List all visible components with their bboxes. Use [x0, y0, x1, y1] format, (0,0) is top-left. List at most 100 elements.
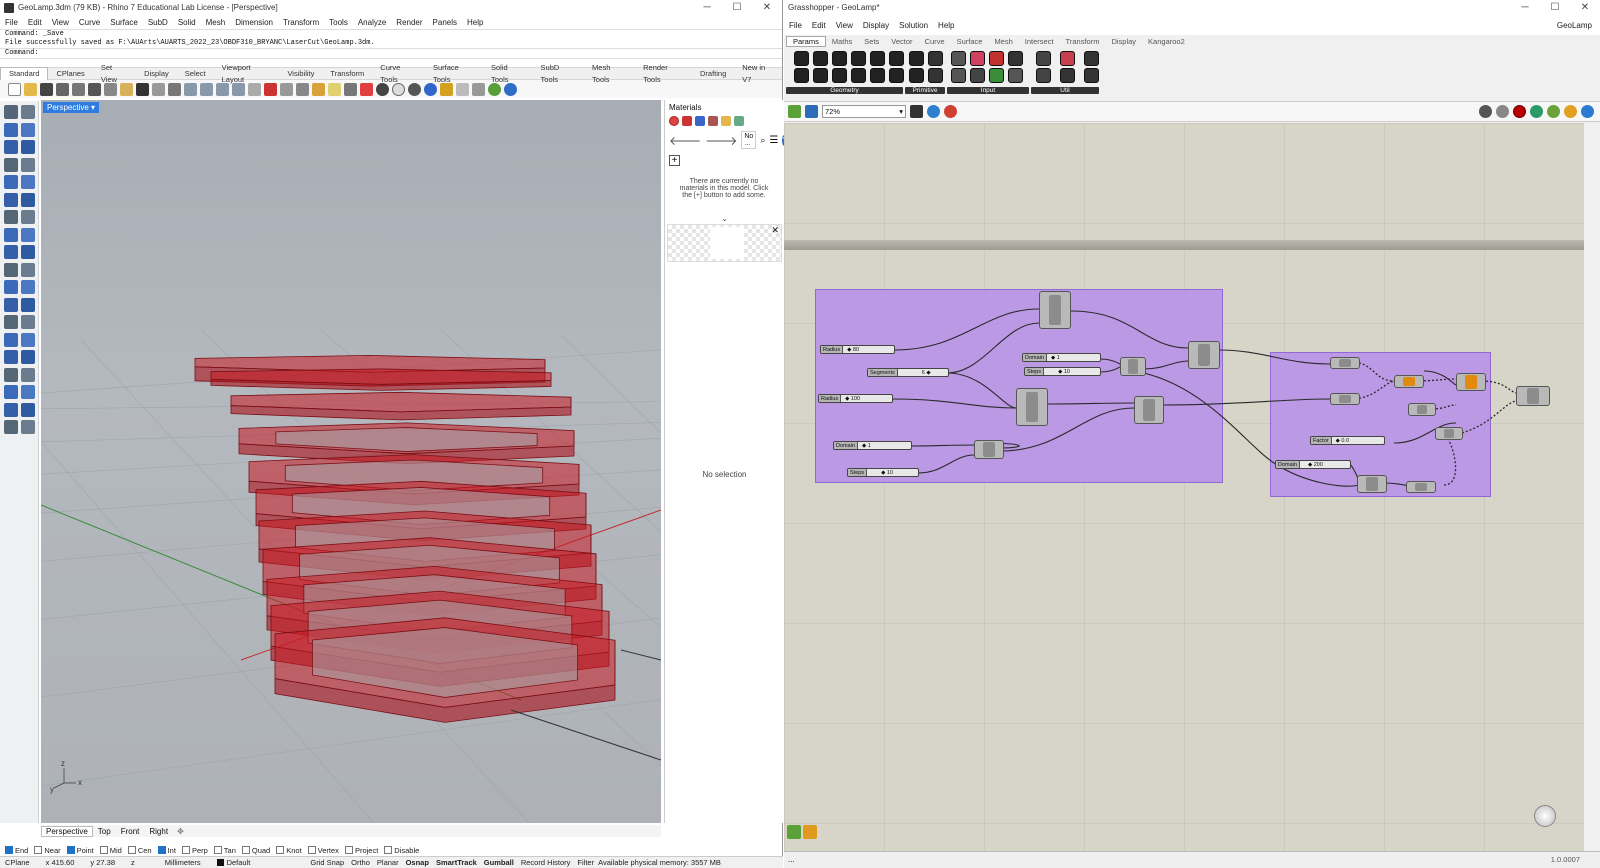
sphere-tool-icon[interactable] [21, 210, 35, 224]
copy-icon[interactable] [104, 82, 117, 96]
zoom-icon[interactable] [184, 82, 197, 96]
osnap-checkbox[interactable] [181, 846, 190, 854]
gh-number-icon[interactable] [889, 51, 904, 66]
menu-mesh[interactable]: Mesh [206, 18, 226, 27]
tab-cplanes[interactable]: CPlanes [48, 68, 92, 80]
print-icon[interactable] [56, 82, 69, 96]
osnap-tool-icon[interactable] [4, 420, 18, 434]
gh-rotate-component[interactable] [1394, 375, 1424, 388]
menu-render[interactable]: Render [396, 18, 422, 27]
gh-color-icon[interactable] [909, 68, 924, 83]
gh-panel-icon[interactable] [928, 68, 943, 83]
menu-file[interactable]: File [5, 18, 18, 27]
gh-minimize-button[interactable]: ─ [1510, 0, 1540, 15]
properties-tool-icon[interactable] [21, 385, 35, 399]
close-preview-icon[interactable]: ✕ [771, 225, 779, 236]
menu-icon[interactable]: ☰ [769, 135, 778, 146]
pan-icon[interactable] [152, 82, 165, 96]
block-tool-icon[interactable] [4, 367, 18, 382]
add-material-button[interactable]: + [669, 155, 680, 166]
gh-menu-display[interactable]: Display [863, 21, 889, 30]
solid-tool-icon[interactable] [21, 227, 35, 242]
status-smarttrack[interactable]: SmartTrack [436, 858, 477, 867]
status-grid-snap[interactable]: Grid Snap [310, 858, 344, 867]
gh-menu-edit[interactable]: Edit [812, 21, 826, 30]
menu-surface[interactable]: Surface [110, 18, 138, 27]
status-osnap[interactable]: Osnap [406, 858, 429, 867]
gh-jump-icon[interactable] [1008, 51, 1023, 66]
gh-integer-icon[interactable] [889, 68, 904, 83]
render-tool-icon[interactable] [21, 402, 35, 417]
osnap-int[interactable]: Int [157, 846, 176, 855]
rectangle-tool-icon[interactable] [4, 157, 18, 172]
gh-relay-icon[interactable] [1008, 68, 1023, 83]
curve-tool-icon[interactable] [21, 175, 35, 189]
osnap-checkbox[interactable] [5, 846, 13, 854]
gh-menu-help[interactable]: Help [938, 21, 954, 30]
perspective-viewport[interactable]: Perspective ▾ z x y [41, 100, 661, 823]
gh-color-icon[interactable] [1564, 105, 1577, 118]
shaded-sphere-icon[interactable] [376, 82, 389, 96]
gh-slider-segments[interactable]: Segments 6 ◆ [867, 368, 949, 377]
gh-toggle-icon[interactable] [951, 51, 966, 66]
gh-vector-icon[interactable] [870, 68, 885, 83]
osnap-checkbox[interactable] [276, 846, 285, 854]
material-sphere-icon[interactable] [669, 116, 679, 126]
polygon-tool-icon[interactable] [21, 157, 35, 172]
panel-splitter[interactable]: ⌄ [665, 216, 784, 223]
paste-icon[interactable] [120, 82, 133, 96]
menu-tools[interactable]: Tools [329, 18, 348, 27]
osnap-quad[interactable]: Quad [241, 846, 270, 855]
gh-canvas[interactable]: Radius ◆ 80 Segments 6 ◆ Radius ◆ 100 Domai… [784, 123, 1584, 851]
gh-range-component-2[interactable] [974, 440, 1004, 459]
view-tab-right[interactable]: Right [144, 827, 173, 836]
line-tool-icon[interactable] [4, 122, 18, 137]
gh-tab-sets[interactable]: Sets [858, 37, 885, 46]
polyline-tool-icon[interactable] [21, 122, 35, 137]
zoom-extents-icon[interactable] [216, 82, 229, 96]
gh-tab-mesh[interactable]: Mesh [988, 37, 1018, 46]
tab-viewport-layout[interactable]: Viewport Layout [214, 62, 280, 86]
gh-graft-component-3[interactable] [1406, 481, 1436, 493]
tab-curve-tools[interactable]: Curve Tools [372, 62, 425, 86]
move-tool-icon[interactable] [4, 297, 18, 312]
gh-boolean-icon[interactable] [909, 51, 924, 66]
gh-graft-component-2[interactable] [1330, 393, 1360, 405]
gh-tab-display[interactable]: Display [1105, 37, 1142, 46]
osnap-checkbox[interactable] [99, 846, 108, 854]
gh-expression-icon[interactable] [1060, 51, 1075, 66]
gh-cat-util[interactable]: Util [1031, 87, 1099, 94]
gh-circle-icon[interactable] [794, 51, 809, 66]
gh-brep-icon[interactable] [851, 51, 866, 66]
gh-expression-component[interactable] [1408, 403, 1436, 416]
circle-tool-icon[interactable] [4, 140, 18, 154]
close-button[interactable]: ✕ [752, 0, 782, 15]
gh-sketch-pencil-icon[interactable] [803, 825, 817, 839]
status-cplane[interactable]: CPlane [5, 858, 30, 867]
cplane-icon[interactable] [264, 82, 277, 96]
arc-tool-icon[interactable] [21, 140, 35, 154]
forward-arrow-icon[interactable]: 🡒 [705, 133, 737, 148]
tab-transform[interactable]: Transform [322, 68, 372, 80]
minimize-button[interactable]: ─ [692, 0, 722, 15]
fillet-tool-icon[interactable] [21, 245, 35, 259]
gh-close-button[interactable]: ✕ [1570, 0, 1600, 15]
gh-expression-component-2[interactable] [1435, 427, 1463, 440]
grasshopper-icon[interactable] [488, 82, 501, 96]
osnap-disable[interactable]: Disable [384, 846, 419, 855]
grid-icon[interactable] [248, 82, 261, 96]
rotate-view-icon[interactable] [168, 82, 181, 96]
menu-view[interactable]: View [52, 18, 69, 27]
gh-slider-domain-3[interactable]: Domain ◆ 200 [1275, 460, 1351, 469]
gh-cat-primitive[interactable]: Primitive [905, 87, 945, 94]
osnap-vertex[interactable]: Vertex [307, 846, 339, 855]
osnap-checkbox[interactable] [127, 846, 136, 854]
gh-grasshopper-icon[interactable] [787, 825, 801, 839]
gh-scribble-icon[interactable] [1084, 68, 1099, 83]
osnap-checkbox[interactable] [384, 846, 393, 854]
back-arrow-icon[interactable]: 🡐 [669, 133, 701, 148]
tab-surface-tools[interactable]: Surface Tools [425, 62, 483, 86]
gh-rectangle-icon[interactable] [813, 68, 828, 83]
osnap-cen[interactable]: Cen [127, 846, 152, 855]
select-tool-icon[interactable] [4, 105, 18, 119]
